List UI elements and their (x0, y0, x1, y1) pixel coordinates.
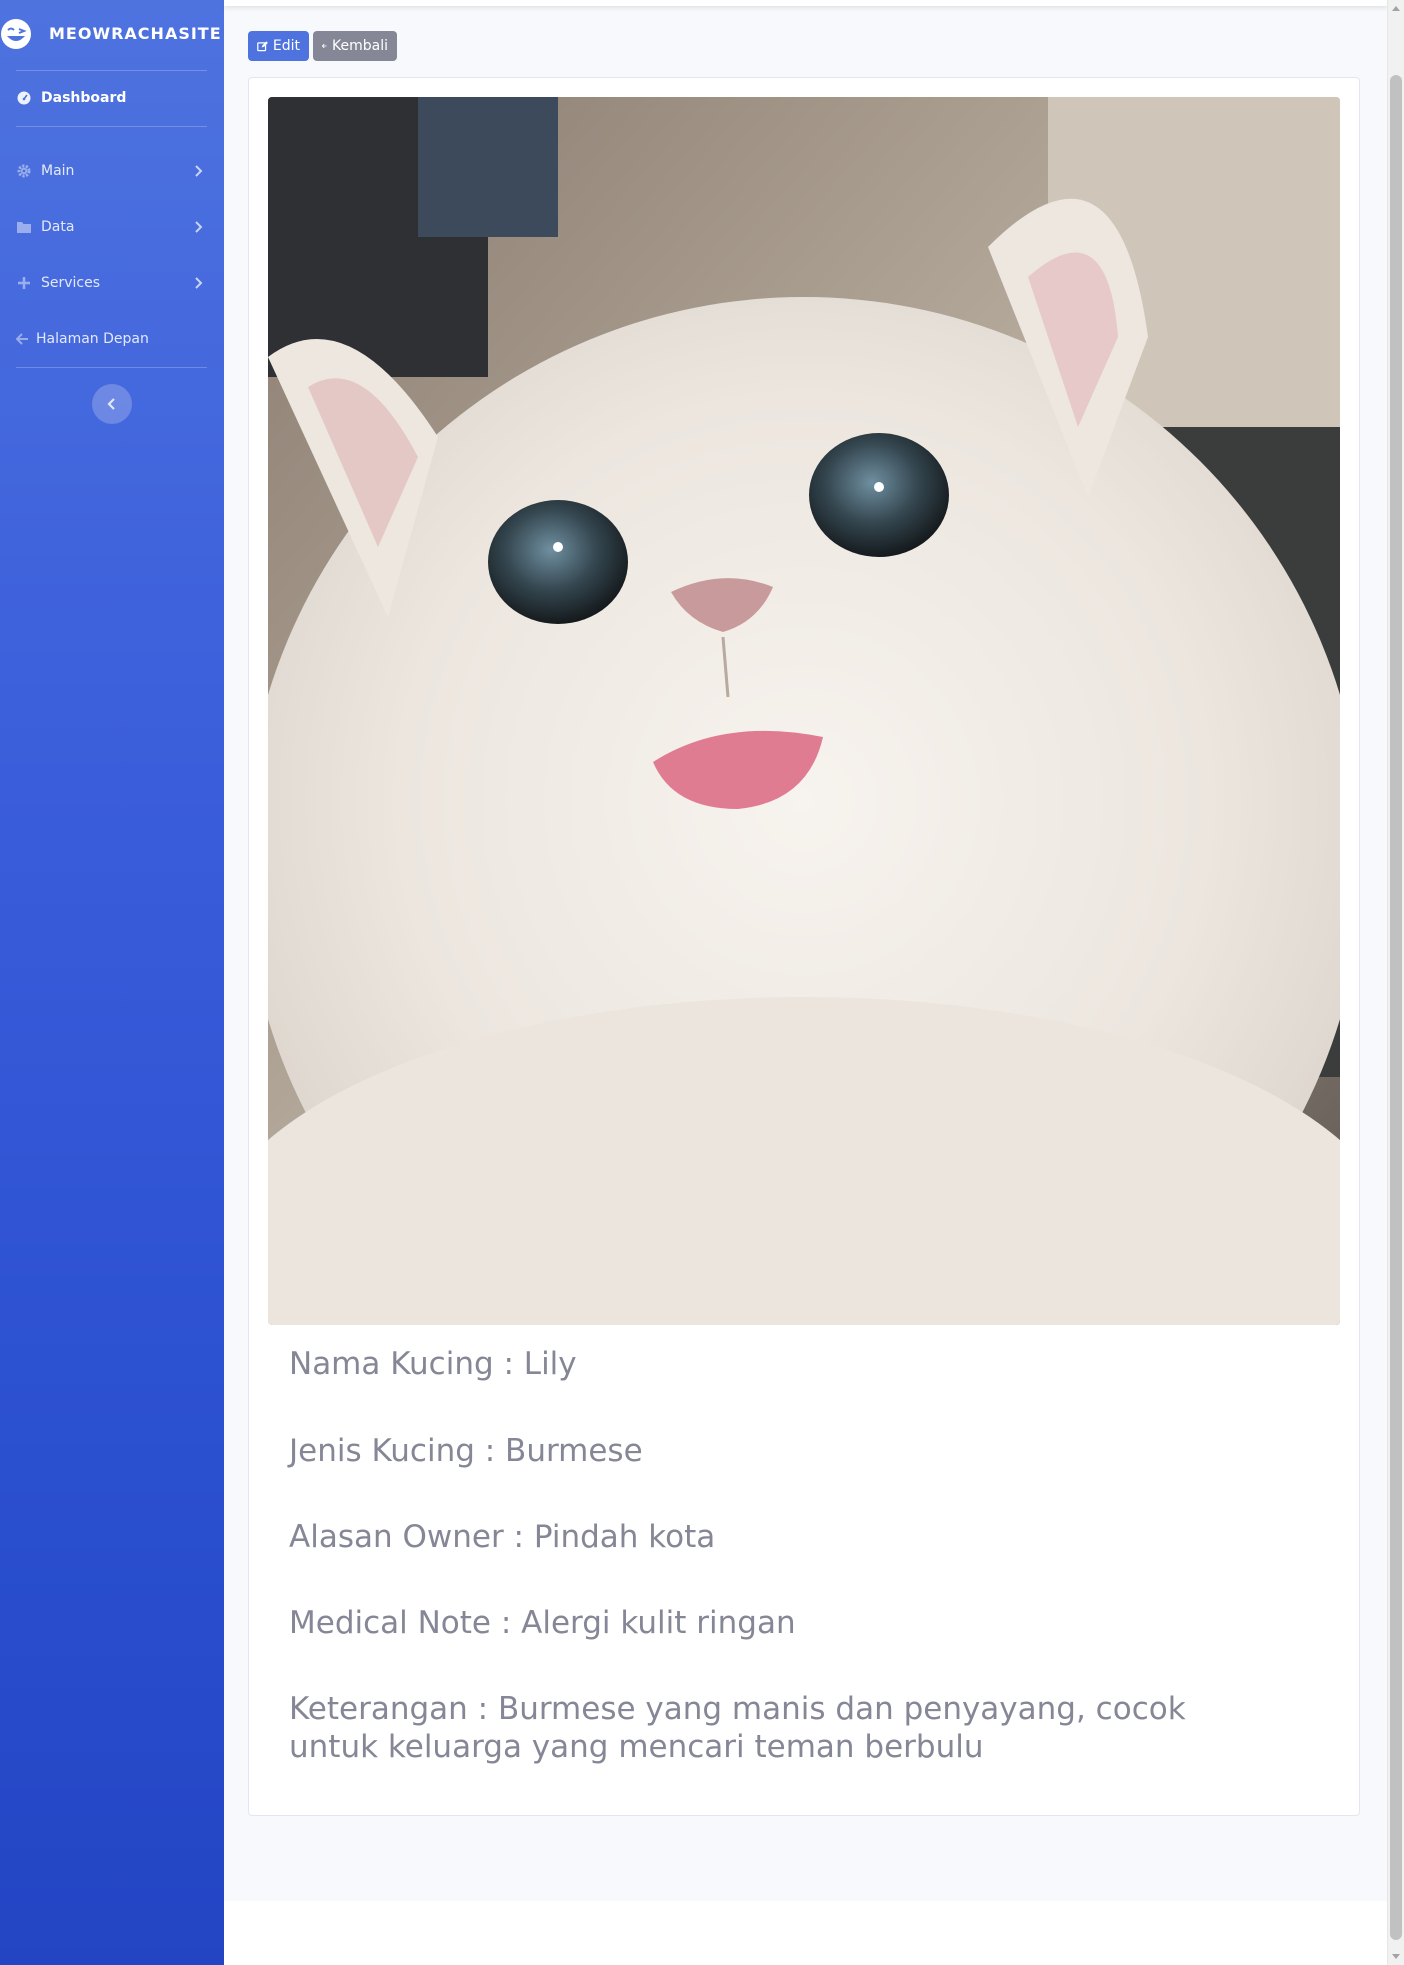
chevron-right-icon (195, 165, 203, 177)
sidebar-item-label: Data (41, 219, 75, 235)
plus-icon (16, 275, 32, 291)
sidebar-item-dashboard[interactable]: Dashboard (0, 78, 224, 118)
cat-breed: Jenis Kucing : Burmese (289, 1433, 643, 1469)
medical-note: Medical Note : Alergi kulit ringan (289, 1605, 796, 1641)
laugh-wink-icon (1, 19, 31, 49)
sidebar-divider (16, 70, 207, 71)
gear-icon (16, 163, 32, 179)
tachometer-icon (16, 90, 32, 106)
scroll-up-arrow-icon[interactable] (1387, 0, 1404, 17)
sidebar: MEOWRACHASITE Dashboard Main Data Servic… (0, 0, 224, 1965)
owner-reason: Alasan Owner : Pindah kota (289, 1519, 716, 1555)
cat-name: Nama Kucing : Lily (289, 1346, 577, 1382)
brand-name: MEOWRACHASITE (49, 24, 222, 43)
sidebar-item-main[interactable]: Main (0, 151, 224, 191)
scrollbar[interactable] (1387, 0, 1404, 1965)
chevron-right-icon (195, 277, 203, 289)
back-button[interactable]: Kembali (313, 31, 397, 61)
cat-notes: Keterangan : Burmese yang manis dan peny… (289, 1691, 1186, 1765)
chevron-right-icon (195, 221, 203, 233)
scrollbar-thumb[interactable] (1390, 75, 1402, 1940)
sidebar-item-label: Halaman Depan (36, 331, 149, 347)
topbar (224, 0, 1387, 6)
footer (224, 1901, 1387, 1965)
sidebar-item-services[interactable]: Services (0, 263, 224, 303)
sidebar-item-label: Dashboard (41, 90, 127, 106)
cat-detail-card: Nama Kucing : Lily Jenis Kucing : Burmes… (248, 77, 1360, 1816)
edit-button-label: Edit (272, 38, 300, 54)
sidebar-divider (16, 126, 207, 127)
folder-icon (16, 219, 32, 235)
sidebar-item-halaman-depan[interactable]: Halaman Depan (0, 319, 224, 359)
sidebar-item-label: Services (41, 275, 101, 291)
sidebar-item-data[interactable]: Data (0, 207, 224, 247)
sidebar-toggle-button[interactable] (92, 384, 132, 424)
back-button-label: Kembali (332, 38, 388, 54)
cat-photo (268, 97, 1340, 1325)
sidebar-divider (16, 367, 207, 368)
arrow-left-icon (322, 43, 327, 49)
arrow-left-icon (14, 331, 30, 347)
chevron-left-icon (107, 398, 115, 410)
sidebar-brand[interactable]: MEOWRACHASITE (0, 0, 224, 70)
scroll-down-arrow-icon[interactable] (1387, 1948, 1404, 1965)
sidebar-item-label: Main (41, 163, 75, 179)
edit-icon (257, 41, 268, 52)
edit-button[interactable]: Edit (248, 31, 309, 61)
